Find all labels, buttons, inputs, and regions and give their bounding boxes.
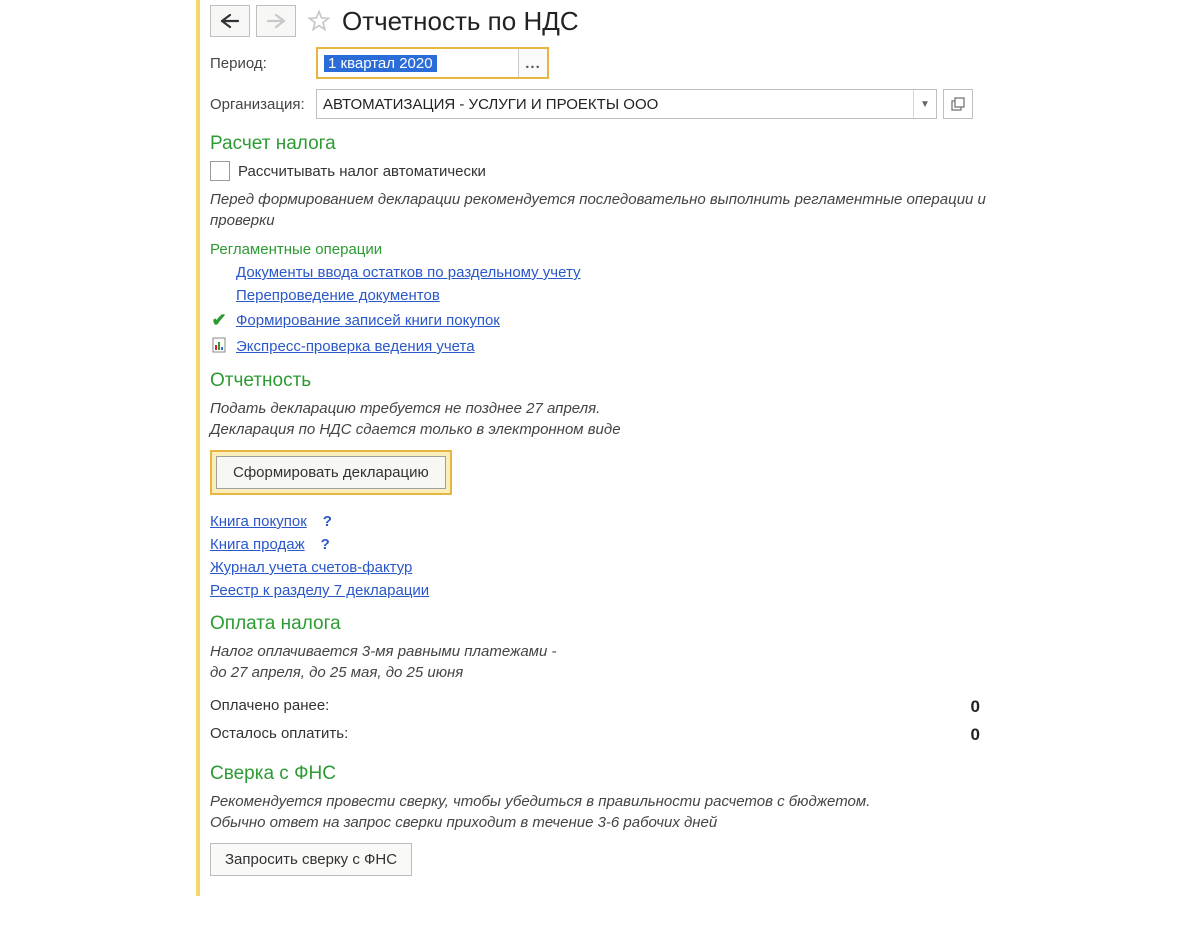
nav-forward-button [256,5,296,37]
help-icon[interactable]: ? [321,536,330,553]
auto-calc-label: Рассчитывать налог автоматически [238,163,486,180]
period-value: 1 квартал 2020 [324,55,437,72]
link-express-check[interactable]: Экспресс-проверка ведения учета [236,338,475,355]
sverka-heading: Сверка с ФНС [210,763,995,785]
link-purchase-book-records[interactable]: Формирование записей книги покупок [236,312,500,329]
check-icon: ✔ [210,310,228,331]
remain-value: 0 [971,725,980,745]
link-sales-book[interactable]: Книга продаж [210,536,305,553]
org-open-button[interactable] [943,89,973,119]
link-invoice-journal[interactable]: Журнал учета счетов-фактур [210,559,412,576]
sverka-note: Рекомендуется провести сверку, чтобы убе… [210,791,995,833]
paid-before-value: 0 [971,697,980,717]
period-field[interactable]: 1 квартал 2020 ... [316,47,549,79]
link-repost[interactable]: Перепроведение документов [236,287,440,304]
org-dropdown-button[interactable]: ▼ [913,90,936,118]
remain-label: Осталось оплатить: [210,725,348,745]
payment-heading: Оплата налога [210,613,995,635]
link-section7-registry[interactable]: Реестр к разделу 7 декларации [210,582,429,599]
favorite-star-icon[interactable] [306,8,332,34]
period-label: Период: [210,55,316,72]
reg-ops-heading: Регламентные операции [210,241,995,258]
calc-heading: Расчет налога [210,133,995,155]
org-value: АВТОМАТИЗАЦИЯ - УСЛУГИ И ПРОЕКТЫ ООО [317,90,913,118]
link-remainders[interactable]: Документы ввода остатков по раздельному … [236,264,581,281]
report-icon [210,337,228,356]
request-sverka-button[interactable]: Запросить сверку с ФНС [210,843,412,876]
form-declaration-frame: Сформировать декларацию [210,450,452,495]
auto-calc-checkbox[interactable] [210,161,230,181]
org-label: Организация: [210,96,316,113]
nav-back-button[interactable] [210,5,250,37]
report-note: Подать декларацию требуется не позднее 2… [210,398,995,440]
org-field[interactable]: АВТОМАТИЗАЦИЯ - УСЛУГИ И ПРОЕКТЫ ООО ▼ [316,89,937,119]
payment-note: Налог оплачивается 3-мя равными платежам… [210,641,995,683]
report-heading: Отчетность [210,370,995,392]
page-title: Отчетность по НДС [342,6,579,37]
form-declaration-button[interactable]: Сформировать декларацию [216,456,446,489]
calc-note: Перед формированием декларации рекоменду… [210,189,995,231]
period-select-button[interactable]: ... [518,49,547,77]
paid-before-label: Оплачено ранее: [210,697,329,717]
help-icon[interactable]: ? [323,513,332,530]
link-purchase-book[interactable]: Книга покупок [210,513,307,530]
